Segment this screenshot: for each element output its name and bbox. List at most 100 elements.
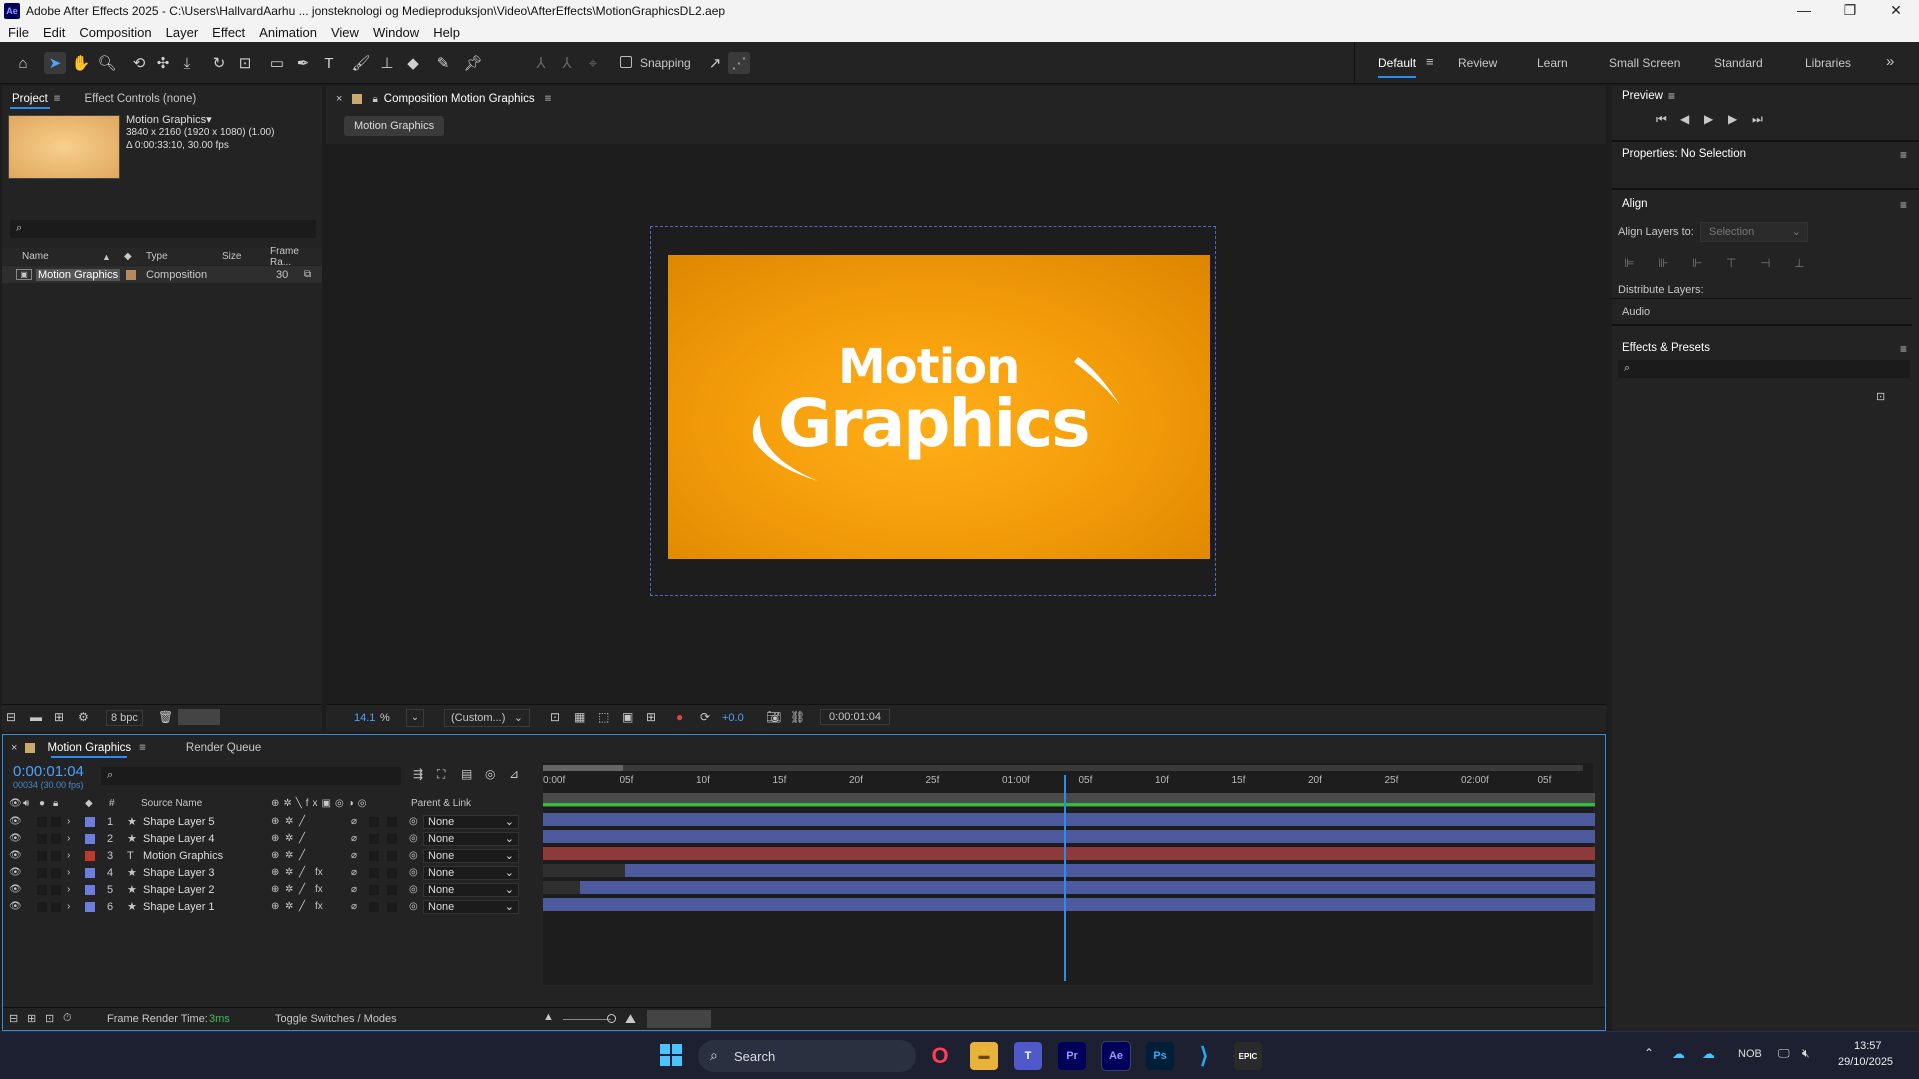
workspace-small-screen[interactable]: Small Screen [1609,56,1680,70]
expand-chevron-icon[interactable]: › [67,901,70,912]
draft-3d-icon[interactable]: ⛶ [437,767,445,782]
label-color-swatch[interactable] [126,269,136,280]
viewer-timecode[interactable]: 0:00:01:04 [820,709,890,725]
layer-label-swatch[interactable] [85,816,95,827]
panel-menu-icon[interactable]: ≡ [139,742,146,754]
expand-chevron-icon[interactable]: › [67,850,70,861]
3d-layer-toggle[interactable] [387,816,397,827]
lock-toggle[interactable] [51,867,61,878]
home-icon[interactable]: ⌂ [12,52,34,74]
orbit-camera-tool-icon[interactable]: ⟲ [128,52,150,74]
zoom-in-mountain-icon[interactable]: ⛰︎ [625,1011,636,1027]
collapse-switch-icon[interactable]: ✲ [285,850,293,861]
column-frame-rate[interactable]: Frame Ra... [270,246,322,268]
close-button[interactable]: ✕ [1873,0,1919,22]
pick-whip-icon[interactable]: ◎ [409,816,418,827]
align-vertical-center-icon[interactable]: ⊣ [1760,256,1770,270]
transparency-grid-icon[interactable]: ▦ [574,710,585,724]
panel-menu-icon[interactable]: ≡ [1900,198,1907,212]
menu-edit[interactable]: Edit [43,25,65,40]
snap-features-icon[interactable]: ⋰ [728,52,750,74]
tab-project[interactable]: Project [2,86,58,112]
effect-switch-icon[interactable]: fx [315,867,323,878]
maximize-button[interactable]: ❐ [1827,0,1873,22]
adjustment-toggle[interactable] [369,850,379,861]
teams-icon[interactable]: T [1014,1042,1042,1070]
label-tag-icon[interactable]: ◆ [124,251,132,262]
onedrive-icon[interactable]: ☁ [1672,1046,1685,1062]
shy-switch-icon[interactable]: ⊕ [271,901,279,912]
parent-dropdown[interactable]: None ⌄ [423,899,519,914]
color-channels-icon[interactable]: ● [676,710,683,724]
play-icon[interactable]: ▶︎ [1704,112,1713,126]
trash-icon[interactable]: 🗑︎ [158,710,173,724]
fast-previews-icon[interactable]: ⊡ [550,710,560,724]
timeline-current-time[interactable]: 0:00:01:04 [13,763,84,780]
axis-view-icon[interactable]: ⌖ [582,52,604,74]
new-folder-icon[interactable]: ▬ [30,710,42,724]
snapping-checkbox[interactable] [620,56,632,68]
solo-switch-icon[interactable]: ● [39,798,45,809]
motion-blur-switch-icon[interactable]: ⌀ [351,901,357,912]
frame-blending-icon[interactable]: ◎ [485,767,495,781]
roto-brush-tool-icon[interactable]: ✎ [432,52,454,74]
taskbar-search-box[interactable]: ⌕ Search [698,1040,916,1072]
menu-animation[interactable]: Animation [259,25,317,40]
layer-duration-bar[interactable] [625,864,1595,877]
zoom-out-mountain-icon[interactable]: ▲ [543,1011,554,1023]
audio-switch-icon[interactable]: 🔊︎ [23,798,29,809]
eye-icon[interactable]: 👁︎ [9,901,22,912]
motion-blur-switch-icon[interactable]: ⌀ [351,884,357,895]
transfer-controls-pane-icon[interactable]: ⊞ [27,1012,36,1025]
rectangle-tool-icon[interactable]: ▭ [266,52,288,74]
render-time-pane-icon[interactable]: ⏱ [63,1012,72,1025]
collapse-switch-icon[interactable]: ✲ [285,816,293,827]
panel-menu-icon[interactable]: ≡ [1900,148,1907,162]
pick-whip-icon[interactable]: ◎ [409,901,418,912]
in-out-pane-icon[interactable]: ⊡ [45,1012,54,1025]
align-right-icon[interactable]: ⊩ [1692,256,1702,270]
snapshot-camera-icon[interactable]: 📷︎ [766,710,781,724]
collapse-switch-icon[interactable]: ✲ [285,833,293,844]
hide-shy-layers-icon[interactable]: ▤ [461,767,472,781]
workspace-review[interactable]: Review [1458,56,1497,70]
composition-tab-title[interactable]: Composition Motion Graphics [384,93,535,105]
eye-icon[interactable]: 👁︎ [9,867,22,878]
align-layers-to-dropdown[interactable]: Selection ⌄ [1700,222,1808,242]
exposure-value[interactable]: +0.0 [722,712,744,724]
composition-canvas[interactable]: Motion Graphics [668,255,1210,559]
time-navigator-handle[interactable] [543,765,623,771]
lock-toggle[interactable] [51,901,61,912]
quality-switch-icon[interactable]: ╱ [299,816,305,827]
lock-icon[interactable]: 🔒︎ [372,94,377,105]
adjustment-toggle[interactable] [369,884,379,895]
workspace-libraries[interactable]: Libraries [1805,56,1851,70]
effect-switch-icon[interactable]: fx [315,901,323,912]
input-language[interactable]: NOB [1738,1048,1762,1060]
shy-switch-icon[interactable]: ⊕ [271,850,279,861]
next-frame-icon[interactable]: ▶︎ [1728,112,1737,126]
3d-layer-toggle[interactable] [387,884,397,895]
solo-toggle[interactable] [37,867,47,878]
lock-toggle[interactable] [51,816,61,827]
layer-duration-bar[interactable] [543,830,1595,843]
layer-name[interactable]: Shape Layer 1 [143,901,215,913]
solo-toggle[interactable] [37,850,47,861]
pen-tool-icon[interactable]: ✒ [292,52,314,74]
adjustment-toggle[interactable] [369,901,379,912]
parent-dropdown[interactable]: None ⌄ [423,882,519,897]
composition-mini-flowchart-icon[interactable]: ⇶ [413,767,423,781]
selection-tool-icon[interactable]: ➤ [44,52,66,74]
lock-toggle[interactable] [51,850,61,861]
menu-layer[interactable]: Layer [166,25,199,40]
after-effects-taskbar-icon[interactable]: Ae [1101,1041,1131,1071]
quality-switch-icon[interactable]: ╱ [299,867,305,878]
pan-camera-tool-icon[interactable]: ✣ [152,52,174,74]
3d-layer-toggle[interactable] [387,850,397,861]
solo-toggle[interactable] [37,901,47,912]
align-horizontal-center-icon[interactable]: ⊪ [1658,256,1668,270]
pick-whip-icon[interactable]: ◎ [409,850,418,861]
quality-switch-icon[interactable]: ╱ [299,833,305,844]
workspace-default[interactable]: Default [1378,56,1417,78]
composition-breadcrumb[interactable]: Motion Graphics [344,116,445,136]
